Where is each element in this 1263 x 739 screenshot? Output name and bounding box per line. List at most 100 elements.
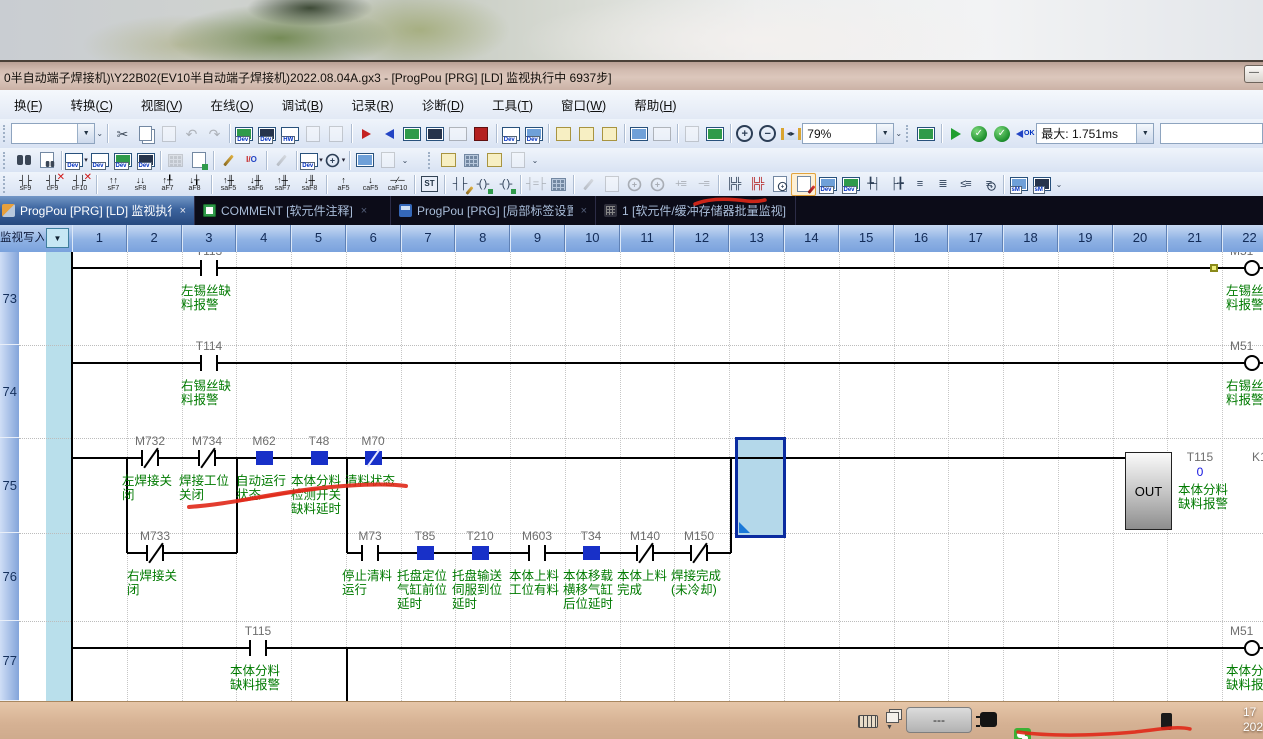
contact-M150[interactable] [690,545,708,561]
menu-item-记录R[interactable]: 记录(R) [337,91,407,118]
contact-M734[interactable] [198,450,216,466]
menu-item-诊断D[interactable]: 诊断(D) [408,91,478,118]
edit-coil-icon-1[interactable]: -( )- [471,174,494,195]
keyboard-icon[interactable] [858,715,878,728]
scan-time-combo-arrow[interactable]: ▼ [1136,124,1153,143]
coil-0[interactable] [1244,260,1260,276]
redo-icon[interactable]: ↷ [203,123,226,144]
contact-M603[interactable] [528,545,546,561]
find-icon[interactable] [12,150,35,171]
contact-T85-on[interactable] [417,546,434,560]
toolbar-overflow-chevron[interactable]: ⌄ [1053,180,1065,189]
insert-rail-icon[interactable]: ╠╬ [722,174,745,195]
window-gray-icon[interactable] [681,123,704,144]
pointer-right-icon[interactable]: ├╊ [885,174,908,195]
device-comment-edit-icon[interactable] [187,150,210,171]
contact-M140[interactable] [636,545,654,561]
conversion-check-icon-2[interactable]: ✓ [990,123,1013,144]
online-ok-icon[interactable]: OK [1013,123,1036,144]
screen-gray-icon[interactable] [651,123,674,144]
window-select-combo[interactable]: ▼ [11,123,95,144]
align-right-icon[interactable]: ≣ [931,174,954,195]
menu-item-工具T[interactable]: 工具(T) [478,91,547,118]
edit-gray-icon[interactable] [270,150,293,171]
power-plug-icon[interactable] [980,712,997,727]
rising-branch-aF7[interactable]: ↑╀aF7 [154,173,181,195]
contact-T113[interactable] [200,260,218,276]
zoom-fit-icon[interactable]: ◂▸ [779,123,802,144]
coil-1[interactable] [1244,355,1260,371]
show-comment-icon[interactable] [437,150,460,171]
menu-item-帮助H[interactable]: 帮助(H) [620,91,690,118]
menu-item-转换C[interactable]: 转换(C) [56,91,126,118]
show-statement-icon[interactable] [460,150,483,171]
find-input[interactable] [1160,123,1263,144]
screen-capture-icon[interactable] [915,123,938,144]
menu-item-换F[interactable]: 换(F) [0,91,56,118]
hardware-config-icon[interactable]: HW [279,123,302,144]
plc-diagnostics-icon[interactable] [470,123,493,144]
device-go-green-icon[interactable]: Dev [839,174,862,195]
monitor-start-icon[interactable] [944,123,967,144]
note-read-icon[interactable] [575,123,598,144]
rising-np-saF5[interactable]: ↑╫saF5 [215,173,242,195]
device-monitor-icon[interactable]: Dev [256,123,279,144]
find-gray-1-icon[interactable]: + [623,174,646,195]
coil-2[interactable] [1244,640,1260,656]
cross-reference-icon[interactable] [164,150,187,171]
insert-row-gray-icon[interactable]: +≡ [669,174,692,195]
contact-M733[interactable] [146,545,164,561]
conversion-check-icon-1[interactable]: ✓ [967,123,990,144]
read-from-plc-icon[interactable] [378,123,401,144]
contact-M73[interactable] [361,545,379,561]
edit-rail-red-icon[interactable]: ╠╬ [745,174,768,195]
window-switcher-icon[interactable] [886,712,899,723]
device-search-icon[interactable]: + [323,150,346,171]
close-branch-cF10[interactable]: ┤├✕cF10 [66,173,93,195]
device-batch-icon[interactable]: Dev [522,123,545,144]
tab-1[interactable]: COMMENT [软元件注释]× [195,196,391,225]
falling-branch-aF8[interactable]: ↓╁aF8 [181,173,208,195]
ladder-editor[interactable]: 7374757677T113左锡丝缺 料报警T114右锡丝缺 料报警M732左焊… [0,252,1263,701]
contact-T34-on[interactable] [583,546,600,560]
tab-2[interactable]: ProgPou [PRG] [局部标签设置]× [391,196,596,225]
toolbar-overflow-chevron[interactable]: ⌄ [529,156,541,165]
doc-icon-2[interactable] [325,123,348,144]
device-display-icon[interactable]: Dev [499,123,522,144]
dock-window-icon[interactable] [376,150,399,171]
tool-blue-icon[interactable]: sM [1007,174,1030,195]
zoom-in-icon[interactable]: + [733,123,756,144]
falling-pulse-caF5[interactable]: ↓caF5 [357,173,384,195]
falling-np-branch-saF8[interactable]: ↓╫saF8 [296,173,323,195]
device-find-blue-icon[interactable]: Dev [816,174,839,195]
list-chart-icon[interactable]: ≤≡ [954,174,977,195]
verify-icon[interactable] [447,123,470,144]
pointer-left-icon[interactable]: ╄┤ [862,174,885,195]
menu-item-视图V[interactable]: 视图(V) [127,91,197,118]
st-editor-icon[interactable]: ST [418,174,441,195]
line-find-icon[interactable]: ≡+ [977,174,1000,195]
device-register-icon[interactable]: Dev [111,150,134,171]
find-gray-2-icon[interactable]: + [646,174,669,195]
menu-item-在线O[interactable]: 在线(O) [197,91,268,118]
zoom-out-icon[interactable]: − [756,123,779,144]
header-dropdown-button[interactable]: ▼ [46,228,69,248]
wechat-icon[interactable] [1014,728,1031,739]
tool-red-icon[interactable]: sM [1030,174,1053,195]
contact-T210-on[interactable] [472,546,489,560]
paste-icon[interactable] [157,123,180,144]
watch-window-icon[interactable]: Dev [134,150,157,171]
tab-3[interactable]: 1 [软元件/缓冲存储器批量监视] [596,196,796,225]
battery-gadget[interactable]: --- [906,707,972,733]
show-note-icon[interactable] [483,150,506,171]
contact-M62-on[interactable] [256,451,273,465]
cut-icon[interactable]: ✂ [111,123,134,144]
user-gray-icon[interactable] [506,150,529,171]
contact-M732[interactable] [141,450,159,466]
window-switcher-arrow[interactable]: ▼ [886,724,893,731]
device-display-format-icon[interactable]: Dev [300,150,323,171]
toolbar-overflow-chevron[interactable]: ⌄ [95,129,104,138]
monitor-window-icon[interactable] [353,150,376,171]
tab-close-icon-0[interactable]: × [180,205,186,217]
find-in-window-icon[interactable] [35,150,58,171]
